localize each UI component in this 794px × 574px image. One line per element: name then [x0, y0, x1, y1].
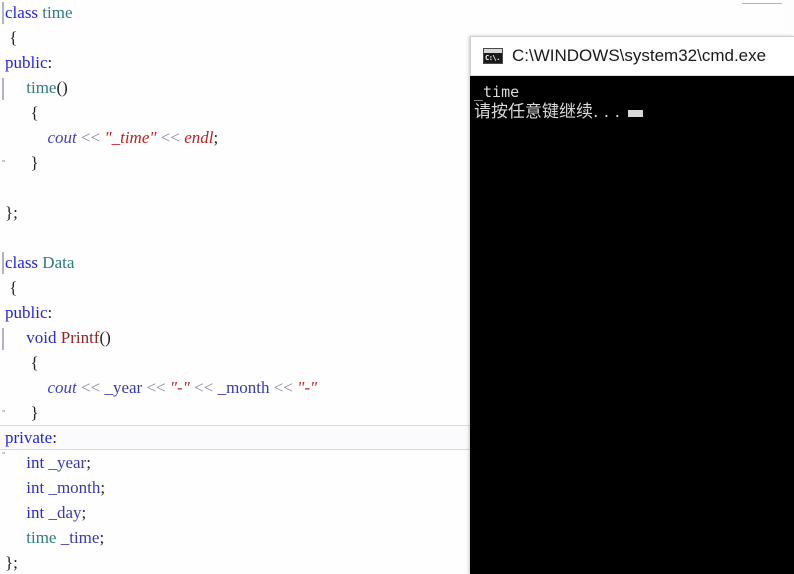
code-token-punct: ; — [213, 128, 219, 147]
code-token-class: time — [26, 528, 57, 547]
cmd-exe-icon: C:\. — [483, 48, 503, 64]
code-token-kw: public — [5, 303, 48, 322]
code-token-punct: { — [5, 103, 39, 122]
code-token-punct: () — [56, 78, 68, 97]
code-token-punct: } — [5, 403, 39, 422]
code-token-punct — [5, 128, 48, 147]
code-token-cout: cout — [47, 378, 77, 397]
cmd-icon-label: C:\. — [485, 54, 500, 62]
code-token-class: time — [42, 3, 73, 22]
code-token-type: void — [26, 328, 57, 347]
code-token-punct — [5, 453, 26, 472]
code-token-cout: cout — [47, 128, 77, 147]
code-token-str: "_time" — [104, 128, 157, 147]
console-line-list: _time 请按任意键继续. . . — [474, 82, 794, 122]
code-token-punct — [5, 503, 26, 522]
code-token-kw: class — [5, 3, 39, 22]
code-token-endl: endl — [184, 128, 214, 147]
outline-dot-b — [2, 410, 5, 412]
code-token-class: Data — [42, 253, 75, 272]
console-output-line: _time — [474, 83, 520, 101]
code-token-punct: } — [5, 153, 39, 172]
code-token-type: int — [26, 453, 45, 472]
console-output-line: 请按任意键继续. . . — [474, 102, 794, 122]
code-token-punct: }; — [5, 203, 18, 222]
code-token-ident: _month — [217, 378, 270, 397]
code-line[interactable]: class time — [0, 0, 794, 25]
code-token-punct — [5, 378, 48, 397]
code-token-ident: _month — [48, 478, 101, 497]
code-token-kw: public — [5, 53, 48, 72]
code-token-punct: ; — [81, 503, 87, 522]
code-token-ident: _time — [60, 528, 100, 547]
outline-dot-c — [2, 452, 5, 454]
code-token-op: << — [81, 128, 101, 147]
outline-dot-a — [2, 160, 5, 162]
code-token-punct: () — [99, 328, 111, 347]
code-token-punct — [5, 328, 26, 347]
code-token-str: "-" — [297, 378, 318, 397]
code-token-punct: { — [5, 28, 18, 47]
code-token-ident: _year — [104, 378, 143, 397]
outline-tick-printf[interactable] — [2, 328, 4, 350]
code-token-punct — [5, 478, 26, 497]
code-token-punct — [5, 78, 26, 97]
outline-tick-class-time[interactable] — [2, 2, 4, 24]
code-token-op: << — [146, 378, 166, 397]
code-token-fn: Printf — [60, 328, 100, 347]
code-token-class: time — [26, 78, 57, 97]
code-token-punct — [5, 528, 26, 547]
code-token-kw: class — [5, 253, 39, 272]
code-token-punct: { — [5, 353, 39, 372]
console-cursor — [628, 110, 644, 117]
code-token-str: "-" — [169, 378, 190, 397]
code-token-punct: { — [5, 278, 18, 297]
cmd-console-window[interactable]: C:\. C:\WINDOWS\system32\cmd.exe _time 请按… — [470, 36, 794, 574]
code-token-op: << — [81, 378, 101, 397]
code-token-kw: private — [5, 428, 53, 447]
code-token-type: int — [26, 478, 45, 497]
code-token-ident: _day — [48, 503, 82, 522]
code-token-punct: ; — [86, 453, 91, 472]
code-token-punct: : — [47, 53, 53, 72]
code-token-op: << — [194, 378, 214, 397]
console-titlebar[interactable]: C:\. C:\WINDOWS\system32\cmd.exe — [470, 36, 794, 76]
console-output-area[interactable]: _time 请按任意键继续. . . — [470, 76, 794, 574]
outline-tick-ctor-time[interactable] — [2, 78, 4, 100]
code-token-punct: : — [52, 428, 57, 447]
code-token-op: << — [160, 128, 180, 147]
code-token-punct: ; — [99, 528, 105, 547]
outline-tick-class-data[interactable] — [2, 252, 4, 274]
code-token-punct: : — [47, 303, 53, 322]
code-token-punct: ; — [100, 478, 106, 497]
code-token-type: int — [26, 503, 45, 522]
console-title-text: C:\WINDOWS\system32\cmd.exe — [512, 46, 767, 65]
code-token-punct: }; — [5, 553, 18, 572]
code-token-ident: _year — [48, 453, 87, 472]
code-token-op: << — [273, 378, 293, 397]
